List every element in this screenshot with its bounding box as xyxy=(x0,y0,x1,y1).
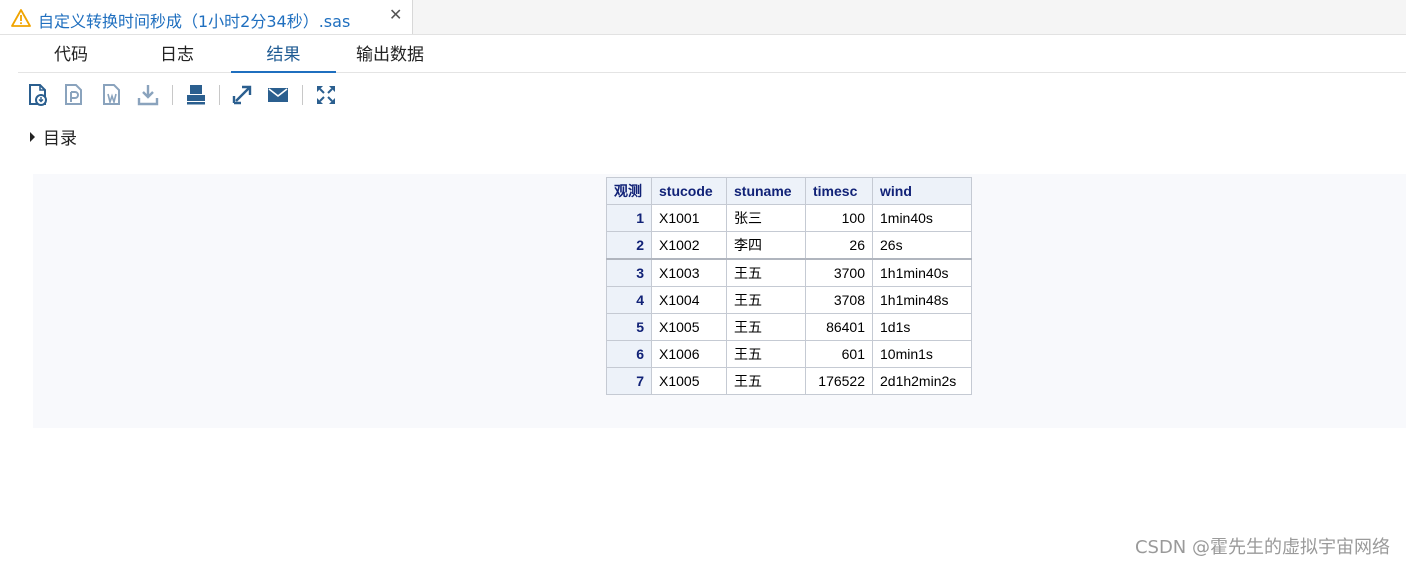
row-number: 2 xyxy=(606,231,652,260)
cell-stuname: 李四 xyxy=(726,231,806,260)
cell-timesc: 86401 xyxy=(805,313,873,341)
cell-stucode: X1006 xyxy=(651,340,727,368)
table-row: 3 X1003 王五 3700 1h1min40s xyxy=(606,258,972,287)
results-toolbar xyxy=(24,82,354,110)
column-header: timesc xyxy=(805,177,873,205)
cell-stucode: X1005 xyxy=(651,313,727,341)
cell-stuname: 王五 xyxy=(726,286,806,314)
file-tab-title: 自定义转换时间秒成（1小时2分34秒）.sas xyxy=(38,12,351,31)
cell-stucode: X1002 xyxy=(651,231,727,260)
word-download-icon[interactable] xyxy=(100,82,124,108)
cell-wind: 2d1h2min2s xyxy=(872,367,972,395)
file-tab[interactable]: 自定义转换时间秒成（1小时2分34秒）.sas ✕ xyxy=(0,0,413,34)
cell-timesc: 3708 xyxy=(805,286,873,314)
cell-wind: 1h1min48s xyxy=(872,286,972,314)
cell-timesc: 26 xyxy=(805,231,873,260)
tab-log[interactable]: 日志 xyxy=(141,38,213,71)
print-icon[interactable] xyxy=(184,82,208,108)
toc-label: 目录 xyxy=(43,129,77,149)
cell-stucode: X1004 xyxy=(651,286,727,314)
cell-stucode: X1005 xyxy=(651,367,727,395)
results-table: 观测 stucode stuname timesc wind 1 X1001 张… xyxy=(606,177,972,395)
cell-stuname: 张三 xyxy=(726,204,806,232)
view-tabs: 代码 日志 结果 输出数据 xyxy=(18,38,1406,73)
cell-wind: 1min40s xyxy=(872,204,972,232)
cell-wind: 10min1s xyxy=(872,340,972,368)
close-tab-icon[interactable]: ✕ xyxy=(389,5,402,24)
fullscreen-icon[interactable] xyxy=(314,82,338,108)
table-row: 4 X1004 王五 3708 1h1min48s xyxy=(606,286,972,314)
html-download-icon[interactable] xyxy=(26,82,50,108)
table-of-contents-toggle[interactable]: 目录 xyxy=(30,124,77,149)
table-row: 5 X1005 王五 86401 1d1s xyxy=(606,313,972,341)
pdf-download-icon[interactable] xyxy=(62,82,86,108)
cell-stuname: 王五 xyxy=(726,313,806,341)
column-header: wind xyxy=(872,177,972,205)
row-number: 3 xyxy=(606,258,652,287)
cell-timesc: 601 xyxy=(805,340,873,368)
open-new-window-icon[interactable] xyxy=(230,82,254,108)
cell-timesc: 176522 xyxy=(805,367,873,395)
cell-stucode: X1001 xyxy=(651,204,727,232)
file-tab-bar: 自定义转换时间秒成（1小时2分34秒）.sas ✕ xyxy=(0,0,1406,35)
column-header: stuname xyxy=(726,177,806,205)
cell-wind: 26s xyxy=(872,231,972,260)
cell-wind: 1d1s xyxy=(872,313,972,341)
cell-stuname: 王五 xyxy=(726,258,806,287)
row-number: 5 xyxy=(606,313,652,341)
email-icon[interactable] xyxy=(266,82,290,108)
expand-arrow-icon xyxy=(30,132,35,142)
row-number: 1 xyxy=(606,204,652,232)
table-header-row: 观测 stucode stuname timesc wind xyxy=(606,177,972,205)
tab-results[interactable]: 结果 xyxy=(231,38,336,73)
cell-stuname: 王五 xyxy=(726,340,806,368)
row-number: 6 xyxy=(606,340,652,368)
results-panel: 观测 stucode stuname timesc wind 1 X1001 张… xyxy=(33,174,1406,428)
row-number: 7 xyxy=(606,367,652,395)
cell-stucode: X1003 xyxy=(651,258,727,287)
tab-code[interactable]: 代码 xyxy=(35,38,107,71)
download-icon[interactable] xyxy=(136,82,160,108)
toolbar-separator xyxy=(172,85,173,105)
table-row: 7 X1005 王五 176522 2d1h2min2s xyxy=(606,367,972,395)
table-row: 2 X1002 李四 26 26s xyxy=(606,231,972,260)
table-row: 1 X1001 张三 100 1min40s xyxy=(606,204,972,232)
row-number: 4 xyxy=(606,286,652,314)
cell-timesc: 3700 xyxy=(805,258,873,287)
column-header: stucode xyxy=(651,177,727,205)
warning-icon xyxy=(11,9,31,27)
cell-wind: 1h1min40s xyxy=(872,258,972,287)
toolbar-separator xyxy=(302,85,303,105)
toolbar-separator xyxy=(219,85,220,105)
tab-output-data[interactable]: 输出数据 xyxy=(340,38,440,71)
cell-timesc: 100 xyxy=(805,204,873,232)
table-row: 6 X1006 王五 601 10min1s xyxy=(606,340,972,368)
column-header: 观测 xyxy=(606,177,652,205)
watermark: CSDN @霍先生的虚拟宇宙网络 xyxy=(1134,537,1390,558)
cell-stuname: 王五 xyxy=(726,367,806,395)
